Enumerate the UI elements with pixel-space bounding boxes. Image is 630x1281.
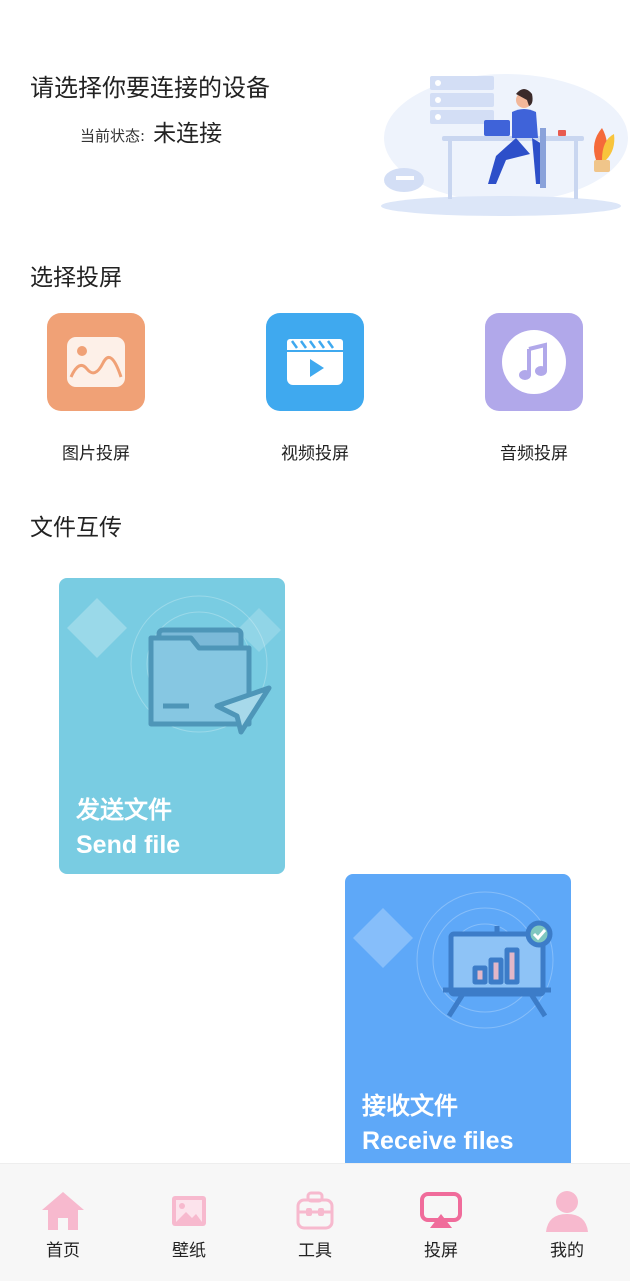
send-file-text: 发送文件 Send file [76, 790, 180, 860]
home-icon [42, 1192, 84, 1230]
receive-file-title-zh: 接收文件 [362, 1092, 458, 1120]
cast-section-title: 选择投屏 [30, 265, 122, 291]
file-section-title: 文件互传 [30, 515, 122, 541]
bottom-tab-bar: 首页 壁纸 工具 投屏 我的 [0, 1163, 630, 1281]
audio-cast-label: 音频投屏 [500, 444, 568, 464]
image-cast-label: 图片投屏 [62, 444, 130, 464]
send-file-card[interactable]: 发送文件 Send file [59, 578, 285, 874]
music-icon [485, 313, 583, 411]
wallpaper-icon [172, 1196, 206, 1226]
status-value: 未连接 [153, 121, 223, 147]
tab-wallpaper-label: 壁纸 [172, 1241, 206, 1261]
tab-screen-cast[interactable]: 投屏 [378, 1164, 504, 1281]
video-cast-button[interactable]: 视频投屏 [255, 313, 375, 464]
image-cast-button[interactable]: 图片投屏 [36, 313, 156, 464]
connection-status: 当前状态: 未连接 [80, 114, 222, 148]
image-icon [47, 313, 145, 411]
send-file-title-zh: 发送文件 [76, 796, 172, 824]
receive-file-text: 接收文件 Receive files [362, 1086, 514, 1156]
video-cast-label: 视频投屏 [281, 444, 349, 464]
receive-file-title-en: Receive files [362, 1127, 514, 1155]
toolbox-icon [296, 1191, 334, 1230]
workspace-illustration [381, 74, 628, 216]
tab-profile-label: 我的 [550, 1241, 584, 1261]
tab-tools-label: 工具 [298, 1241, 332, 1261]
tab-profile[interactable]: 我的 [504, 1164, 630, 1281]
audio-cast-button[interactable]: 音频投屏 [474, 313, 594, 464]
receive-file-card[interactable]: 接收文件 Receive files [345, 874, 571, 1170]
tab-wallpaper[interactable]: 壁纸 [126, 1164, 252, 1281]
tab-home[interactable]: 首页 [0, 1164, 126, 1281]
tab-home-label: 首页 [46, 1241, 80, 1261]
tab-screen-cast-label: 投屏 [424, 1241, 458, 1261]
profile-icon [546, 1191, 588, 1232]
video-icon [266, 313, 364, 411]
status-label: 当前状态: [80, 127, 146, 145]
tab-tools[interactable]: 工具 [252, 1164, 378, 1281]
page-title: 请选择你要连接的设备 [30, 74, 270, 102]
send-file-title-en: Send file [76, 831, 181, 859]
screen-cast-icon [420, 1192, 462, 1228]
